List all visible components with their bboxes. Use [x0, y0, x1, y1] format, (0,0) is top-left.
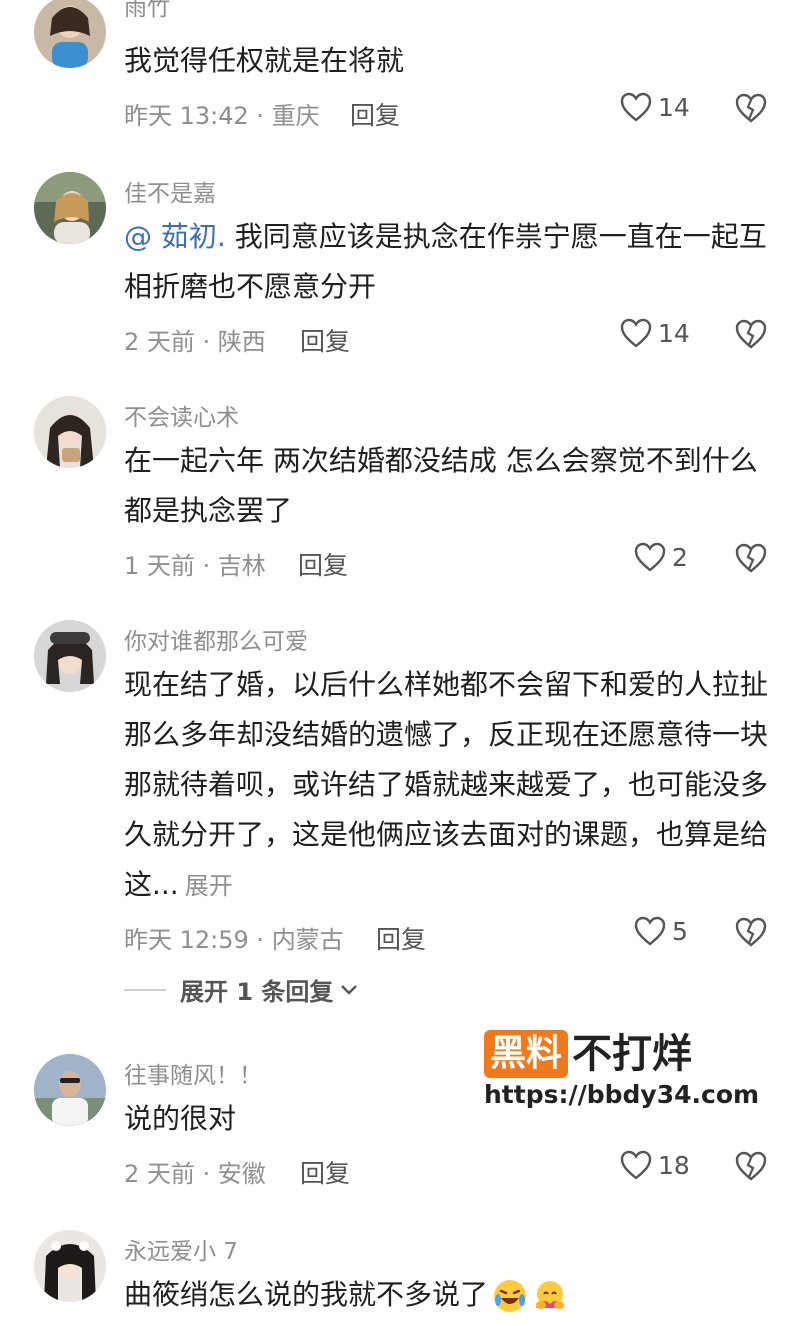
mention-link[interactable]: @ 茹初. [124, 220, 226, 253]
comment-username[interactable]: 雨竹 [124, 0, 170, 22]
like-count: 5 [672, 916, 688, 946]
reply-button[interactable]: 回复 [350, 96, 400, 132]
broken-heart-icon [735, 319, 767, 349]
chevron-down-icon [341, 984, 358, 995]
watermark-url: https://bbdy34.com [484, 1080, 760, 1109]
heart-icon [620, 92, 652, 122]
like-count: 14 [658, 318, 690, 348]
heart-icon [634, 916, 666, 946]
laughing-crying-emoji-icon [494, 1280, 527, 1312]
heart-icon [620, 318, 652, 348]
reply-button[interactable]: 回复 [298, 546, 348, 582]
broken-heart-icon [735, 917, 767, 947]
comment-meta: 1 天前 · 吉林 [124, 552, 266, 580]
avatar[interactable] [34, 0, 106, 68]
reply-button[interactable]: 回复 [300, 322, 350, 358]
dislike-button[interactable] [734, 93, 768, 123]
comment-meta: 2 天前 · 安徽 [124, 1160, 266, 1188]
like-button[interactable]: 14 [620, 318, 690, 348]
like-button[interactable]: 2 [634, 542, 688, 572]
expand-replies-button[interactable]: 展开 1 条回复 [124, 972, 359, 1007]
comment-text: 曲筱绡怎么说的我就不多说了 [124, 1270, 774, 1320]
comment-text: 在一起六年 两次结婚都没结成 怎么会察觉不到什么 都是执念罢了 [124, 444, 758, 527]
like-button[interactable]: 18 [620, 1150, 690, 1180]
dislike-button[interactable] [734, 917, 768, 947]
watermark-title: 不打烊 [572, 1031, 693, 1077]
comment-meta: 昨天 13:42 · 重庆 [124, 102, 320, 130]
comment-username[interactable]: 不会读心术 [124, 398, 239, 432]
avatar[interactable] [34, 1230, 106, 1302]
comment-username[interactable]: 往事随风！！ [124, 1056, 262, 1090]
heart-icon [634, 542, 666, 572]
comment-username[interactable]: 你对谁都那么可爱 [124, 622, 308, 656]
comment-username[interactable]: 佳不是嘉 [124, 174, 216, 208]
comment-text: 我觉得任权就是在将就 [124, 44, 405, 77]
dislike-button[interactable] [734, 319, 768, 349]
comment-username[interactable]: 永远爱小 7 [124, 1232, 238, 1266]
divider-line [124, 988, 166, 991]
top-edge [0, 0, 799, 18]
comment-meta: 昨天 12:59 · 内蒙古 [124, 926, 344, 954]
like-count: 2 [672, 542, 688, 572]
reply-button[interactable]: 回复 [300, 1154, 350, 1190]
expand-text-button[interactable]: 展开 [185, 872, 233, 900]
dislike-button[interactable] [734, 543, 768, 573]
like-button[interactable]: 14 [620, 92, 690, 122]
comment-text: 现在结了婚，以后什么样她都不会留下和爱的人拉扯那么多年却没结婚的遗憾了，反正现在… [124, 668, 769, 901]
watermark: 黑料 不打烊 https://bbdy34.com [484, 1030, 764, 1115]
avatar[interactable] [34, 1054, 106, 1126]
comment-text: @ 茹初. 我同意应该是执念在作祟宁愿一直在一起互相折磨也不愿意分开 [124, 220, 767, 303]
dislike-button[interactable] [734, 1151, 768, 1181]
avatar[interactable] [34, 620, 106, 692]
watermark-badge: 黑料 [484, 1030, 569, 1078]
avatar[interactable] [34, 396, 106, 468]
expand-replies-label: 展开 1 条回复 [180, 978, 334, 1006]
broken-heart-icon [735, 543, 767, 573]
reply-button[interactable]: 回复 [376, 920, 426, 956]
like-button[interactable]: 5 [634, 916, 688, 946]
hug-emoji-icon [536, 1281, 565, 1309]
comment-meta: 2 天前 · 陕西 [124, 328, 266, 356]
avatar[interactable] [34, 172, 106, 244]
heart-icon [620, 1150, 652, 1180]
like-count: 14 [658, 92, 690, 122]
broken-heart-icon [735, 93, 767, 123]
like-count: 18 [658, 1150, 690, 1180]
broken-heart-icon [735, 1151, 767, 1181]
